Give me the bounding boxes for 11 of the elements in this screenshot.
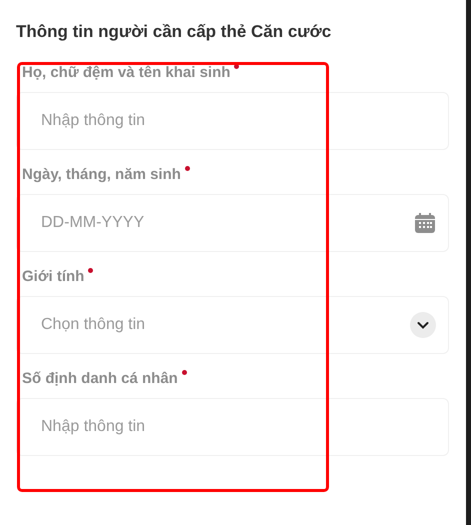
field-label: Số định danh cá nhân [22, 370, 178, 387]
field-label: Họ, chữ đệm và tên khai sinh [22, 64, 230, 81]
date-field[interactable]: DD-MM-YYYY [16, 194, 449, 252]
section-title: Thông tin người cần cấp thẻ Căn cước [16, 22, 332, 42]
field-label: Giới tính [22, 268, 84, 285]
field-label: Ngày, tháng, năm sinh [22, 166, 181, 183]
chevron-down-icon[interactable] [410, 312, 436, 338]
input-field[interactable]: Nhập thông tin [16, 92, 449, 150]
select-field[interactable]: Chọn thông tin [16, 296, 449, 354]
calendar-icon[interactable] [414, 212, 436, 234]
input-field[interactable]: Nhập thông tin [16, 398, 449, 456]
